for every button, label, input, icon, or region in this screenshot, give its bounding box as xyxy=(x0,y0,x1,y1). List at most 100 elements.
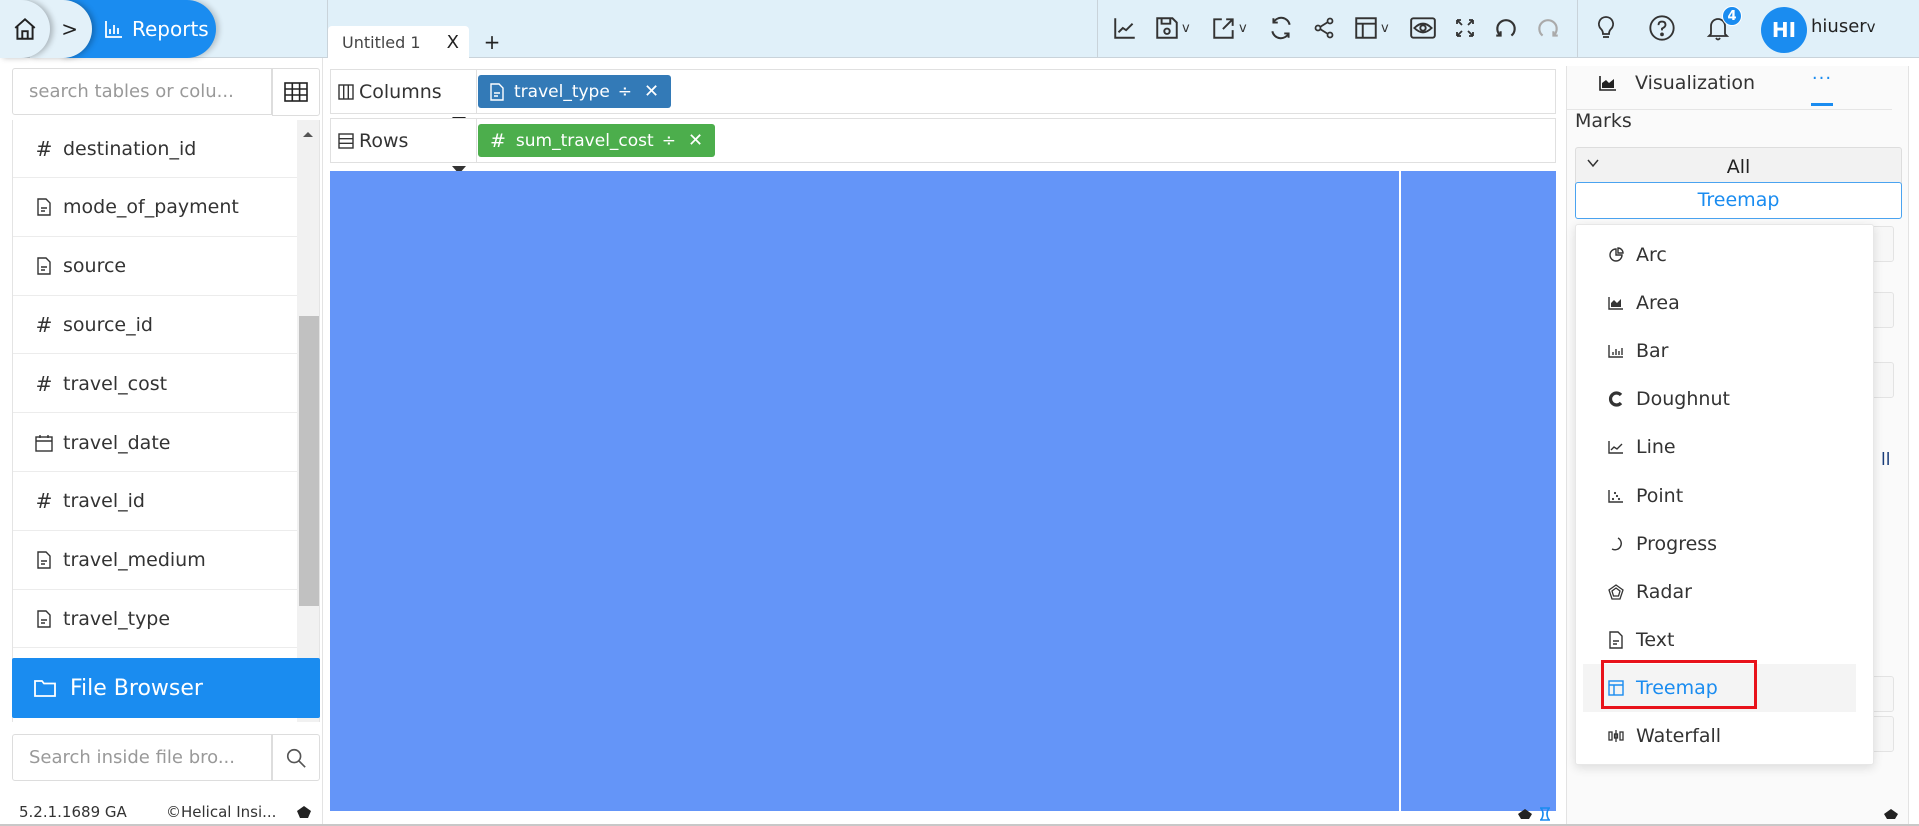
pin-icon[interactable] xyxy=(1883,808,1899,820)
doughnut-chart-icon xyxy=(1607,391,1625,407)
version-label: 5.2.1.1689 GA xyxy=(19,803,127,821)
columns-pill-travel-type[interactable]: travel_type ÷ ✕ xyxy=(478,75,672,108)
scrollbar[interactable] xyxy=(297,120,319,722)
redo-button[interactable] xyxy=(1535,13,1561,43)
field-item[interactable]: # destination_id xyxy=(13,120,297,178)
chevron-down-icon: v xyxy=(1182,20,1190,36)
chevron-down-icon: v xyxy=(1381,20,1389,36)
layout-button[interactable]: v xyxy=(1353,13,1389,43)
treemap-cell[interactable] xyxy=(330,171,1399,811)
text-field-icon xyxy=(490,82,504,101)
chart-type-option-text[interactable]: Text xyxy=(1583,616,1856,664)
avatar[interactable]: HI xyxy=(1761,7,1807,53)
user-menu[interactable]: hiuserv xyxy=(1811,16,1876,37)
remove-pill-icon[interactable]: ✕ xyxy=(688,130,703,151)
area-chart-icon xyxy=(1607,296,1625,310)
breadcrumb-current: Reports xyxy=(132,17,209,41)
notification-badge: 4 xyxy=(1722,6,1742,26)
file-search-input[interactable]: Search inside file bro... xyxy=(12,734,272,781)
share-button[interactable] xyxy=(1312,13,1336,43)
point-chart-icon xyxy=(1607,489,1625,503)
columns-label-text: Columns xyxy=(359,80,442,103)
save-button[interactable]: v xyxy=(1154,13,1190,43)
scroll-up-icon[interactable] xyxy=(303,132,313,137)
rows-shelf[interactable]: Rows # sum_travel_cost ÷ ✕ xyxy=(330,118,1556,163)
sort-icon[interactable]: ÷ xyxy=(618,82,632,102)
treemap-cell[interactable] xyxy=(1401,171,1556,811)
refresh-icon xyxy=(1271,16,1291,40)
redo-icon xyxy=(1538,19,1558,37)
field-item[interactable]: source xyxy=(13,238,297,296)
field-item[interactable]: travel_type xyxy=(13,590,297,649)
search-placeholder: search tables or colu... xyxy=(29,81,234,102)
remove-pill-icon[interactable]: ✕ xyxy=(644,81,659,102)
chart-type-option-waterfall[interactable]: Waterfall xyxy=(1583,712,1856,760)
tab-label: Untitled 1 xyxy=(342,32,421,52)
rows-label: Rows xyxy=(331,119,477,162)
sort-icon[interactable]: ÷ xyxy=(662,131,676,151)
field-item[interactable]: # source_id xyxy=(13,296,297,355)
rows-icon xyxy=(338,132,354,149)
pin-icon[interactable] xyxy=(1517,808,1533,820)
add-tab-button[interactable]: + xyxy=(477,26,507,58)
preview-button[interactable] xyxy=(1409,13,1437,43)
tab-untitled-1[interactable]: Untitled 1 X xyxy=(328,26,469,58)
search-columns-input[interactable]: search tables or colu... xyxy=(12,68,272,115)
field-name: source xyxy=(63,255,127,278)
field-item[interactable]: travel_date xyxy=(13,414,297,472)
field-name: source_id xyxy=(63,313,153,336)
field-name: travel_date xyxy=(63,431,171,454)
rows-label-text: Rows xyxy=(359,129,409,152)
field-item[interactable]: mode_of_payment xyxy=(13,179,297,237)
tab-more[interactable]: ··· xyxy=(1811,68,1833,106)
resize-icon[interactable] xyxy=(1539,807,1551,821)
canvas-footer xyxy=(1517,807,1551,821)
chart-view-button[interactable] xyxy=(1112,13,1138,43)
option-label: Doughnut xyxy=(1636,388,1730,411)
lightbulb-icon xyxy=(1598,16,1614,38)
search-icon xyxy=(286,748,306,768)
line-chart-icon xyxy=(1114,18,1135,39)
pill-label: sum_travel_cost xyxy=(515,130,654,151)
divider xyxy=(322,58,323,826)
undo-button[interactable] xyxy=(1493,13,1519,43)
option-label: Line xyxy=(1636,436,1676,459)
chart-type-option-doughnut[interactable]: Doughnut xyxy=(1583,375,1856,423)
field-item[interactable]: # travel_cost xyxy=(13,355,297,414)
rows-pill-sum-travel-cost[interactable]: # sum_travel_cost ÷ ✕ xyxy=(478,124,716,157)
layout-icon xyxy=(1355,17,1377,39)
chart-type-option-point[interactable]: Point xyxy=(1583,472,1856,520)
field-name: destination_id xyxy=(63,137,197,160)
divider xyxy=(1577,0,1578,58)
chart-type-option-progress[interactable]: Progress xyxy=(1583,520,1856,568)
file-search-button[interactable] xyxy=(272,734,320,781)
option-label: Area xyxy=(1636,292,1680,315)
chart-type-option-line[interactable]: Line xyxy=(1583,423,1856,471)
pill-label: travel_type xyxy=(514,81,610,102)
grid-view-button[interactable] xyxy=(272,68,320,116)
file-browser-button[interactable]: File Browser xyxy=(12,658,320,718)
treemap-chart[interactable] xyxy=(330,171,1556,811)
export-button[interactable]: v xyxy=(1211,13,1247,43)
chart-type-option-arc[interactable]: Arc xyxy=(1583,231,1856,279)
tab-close-button[interactable]: X xyxy=(447,32,459,53)
chart-type-option-bar[interactable]: Bar xyxy=(1583,327,1856,375)
refresh-button[interactable] xyxy=(1268,13,1294,43)
pin-icon[interactable] xyxy=(296,805,312,819)
chart-type-option-area[interactable]: Area xyxy=(1583,279,1856,327)
tab-visualization[interactable]: Visualization xyxy=(1599,72,1755,94)
fullscreen-button[interactable] xyxy=(1453,13,1477,43)
help-icon xyxy=(1649,15,1675,41)
tab-visualization-label: Visualization xyxy=(1635,72,1756,94)
columns-shelf[interactable]: Columns travel_type ÷ ✕ xyxy=(330,69,1556,114)
help-button[interactable] xyxy=(1648,13,1676,43)
tips-button[interactable] xyxy=(1594,13,1618,43)
marks-value: All xyxy=(1726,156,1751,178)
field-name: travel_type xyxy=(63,607,171,630)
field-item[interactable]: # travel_id xyxy=(13,473,297,531)
scrollbar-thumb[interactable] xyxy=(299,316,319,606)
chart-type-select[interactable]: Treemap xyxy=(1575,182,1902,219)
chart-type-option-radar[interactable]: Radar xyxy=(1583,568,1856,616)
number-field-icon: # xyxy=(35,136,53,161)
field-item[interactable]: travel_medium xyxy=(13,532,297,590)
